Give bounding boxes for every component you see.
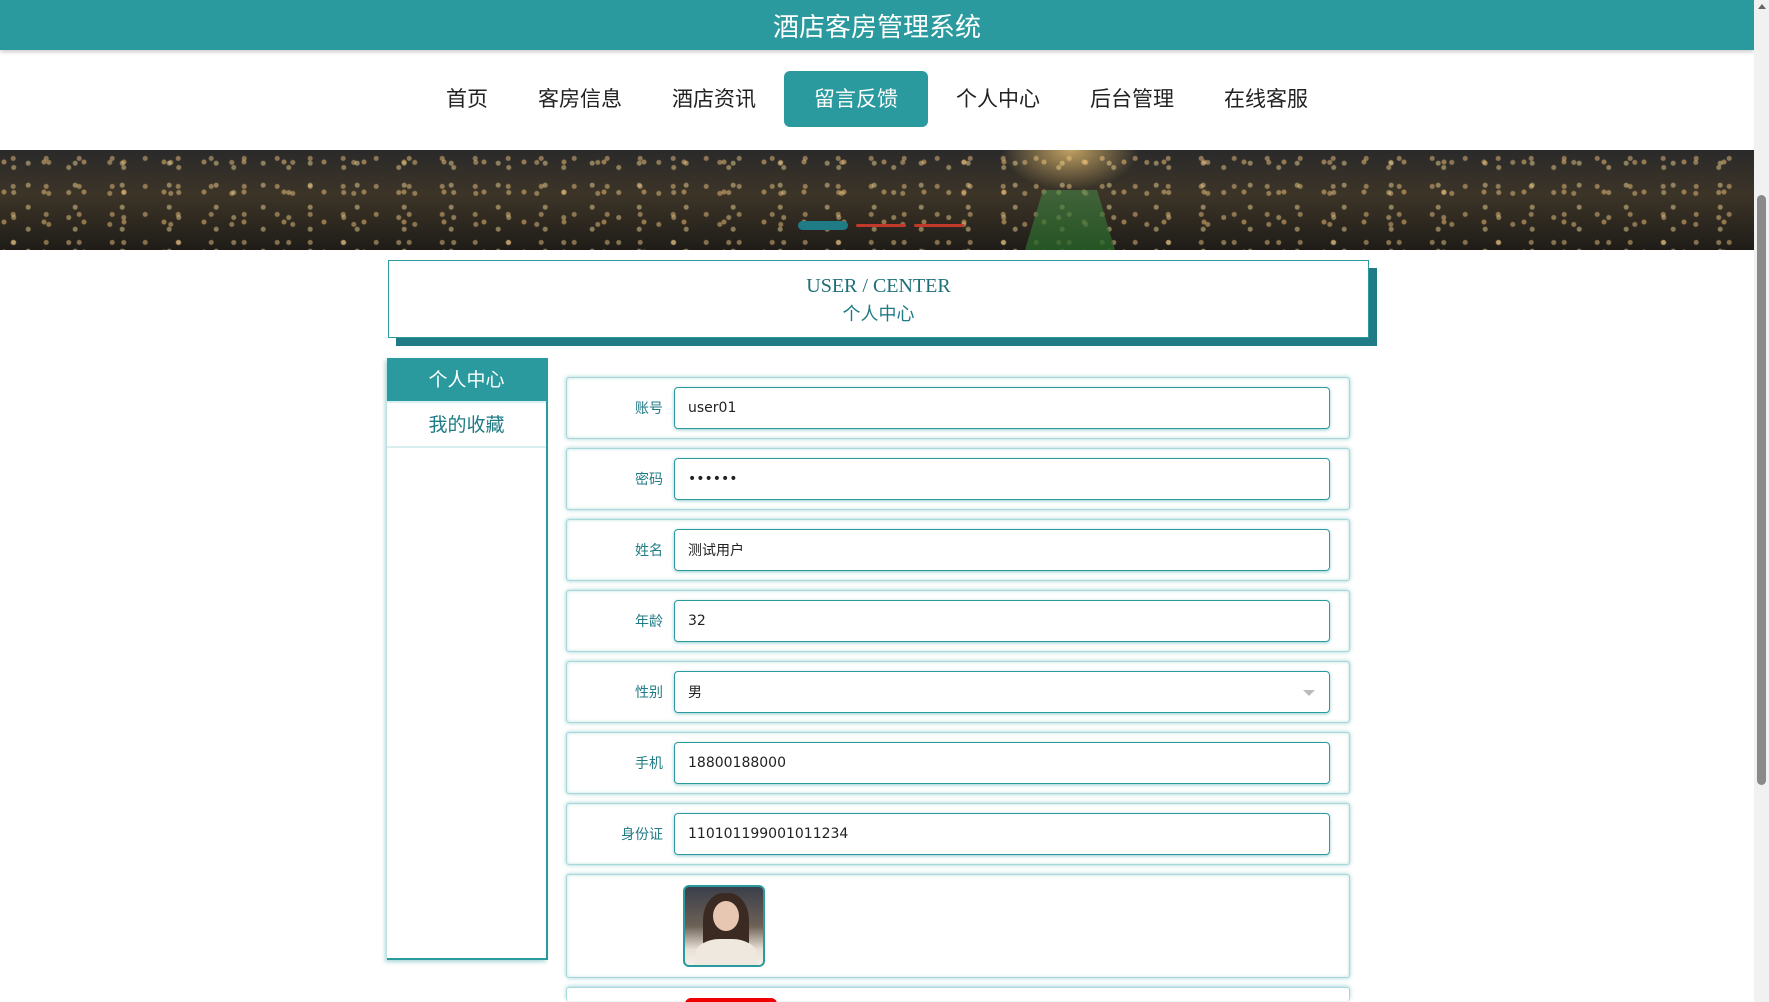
gender-select[interactable]: 男: [674, 671, 1330, 713]
scrollbar[interactable]: [1754, 0, 1769, 1002]
app-title: 酒店客房管理系统: [772, 12, 981, 43]
submit-button[interactable]: [685, 998, 777, 1002]
form-row-partial: [566, 987, 1350, 1001]
id-card-label: 身份证: [621, 827, 663, 843]
form-row-gender: 性别 男: [566, 661, 1350, 723]
scroll-up-arrow-icon[interactable]: [1758, 4, 1766, 9]
nav-item-feedback[interactable]: 留言反馈: [784, 71, 928, 127]
profile-form: 账号 user01 密码 •••••• 姓名 测试用户 年龄 32 性别 男 手…: [566, 377, 1350, 1001]
gender-label: 性别: [635, 685, 663, 701]
section-title-cn: 个人中心: [842, 304, 915, 325]
app-header: 酒店客房管理系统: [0, 0, 1754, 50]
carousel-dot[interactable]: [798, 221, 848, 230]
nav-item-rooms[interactable]: 客房信息: [516, 71, 644, 127]
scroll-thumb[interactable]: [1757, 195, 1766, 785]
avatar-face: [713, 901, 739, 931]
nav-item-news[interactable]: 酒店资讯: [650, 71, 778, 127]
password-input[interactable]: ••••••: [674, 458, 1330, 500]
name-input[interactable]: 测试用户: [674, 529, 1330, 571]
avatar-upload[interactable]: [683, 885, 765, 967]
carousel-dot[interactable]: [856, 224, 906, 227]
form-row-avatar: [566, 874, 1350, 978]
account-input[interactable]: user01: [674, 387, 1330, 429]
name-label: 姓名: [635, 543, 663, 559]
form-row-name: 姓名 测试用户: [566, 519, 1350, 581]
form-row-account: 账号 user01: [566, 377, 1350, 439]
sidebar-item-user-center[interactable]: 个人中心: [387, 358, 546, 403]
section-header: USER / CENTER 个人中心: [388, 260, 1369, 338]
id-card-input[interactable]: 110101199001011234: [674, 813, 1330, 855]
form-row-id-card: 身份证 110101199001011234: [566, 803, 1350, 865]
phone-label: 手机: [635, 756, 663, 772]
nav-item-user-center[interactable]: 个人中心: [934, 71, 1062, 127]
main-nav: 首页 客房信息 酒店资讯 留言反馈 个人中心 后台管理 在线客服: [0, 70, 1754, 128]
form-row-age: 年龄 32: [566, 590, 1350, 652]
nav-item-home[interactable]: 首页: [424, 71, 510, 127]
form-row-password: 密码 ••••••: [566, 448, 1350, 510]
nav-item-admin[interactable]: 后台管理: [1068, 71, 1196, 127]
carousel-dot[interactable]: [914, 224, 964, 227]
city-lights-image: [0, 150, 1754, 250]
hero-banner: [0, 150, 1754, 250]
avatar-coat: [695, 939, 757, 965]
account-label: 账号: [635, 401, 663, 417]
section-title-en: USER / CENTER: [806, 275, 951, 297]
sidebar: 个人中心 我的收藏: [387, 358, 548, 960]
password-label: 密码: [635, 472, 663, 488]
form-row-phone: 手机 18800188000: [566, 732, 1350, 794]
sidebar-item-favorites[interactable]: 我的收藏: [387, 403, 546, 448]
age-input[interactable]: 32: [674, 600, 1330, 642]
tower-glow: [1000, 150, 1140, 190]
gender-select-value: 男: [688, 685, 702, 701]
phone-input[interactable]: 18800188000: [674, 742, 1330, 784]
nav-item-support[interactable]: 在线客服: [1202, 71, 1330, 127]
age-label: 年龄: [635, 614, 663, 630]
chevron-down-icon: [1303, 690, 1315, 696]
carousel-indicators: [798, 221, 964, 230]
